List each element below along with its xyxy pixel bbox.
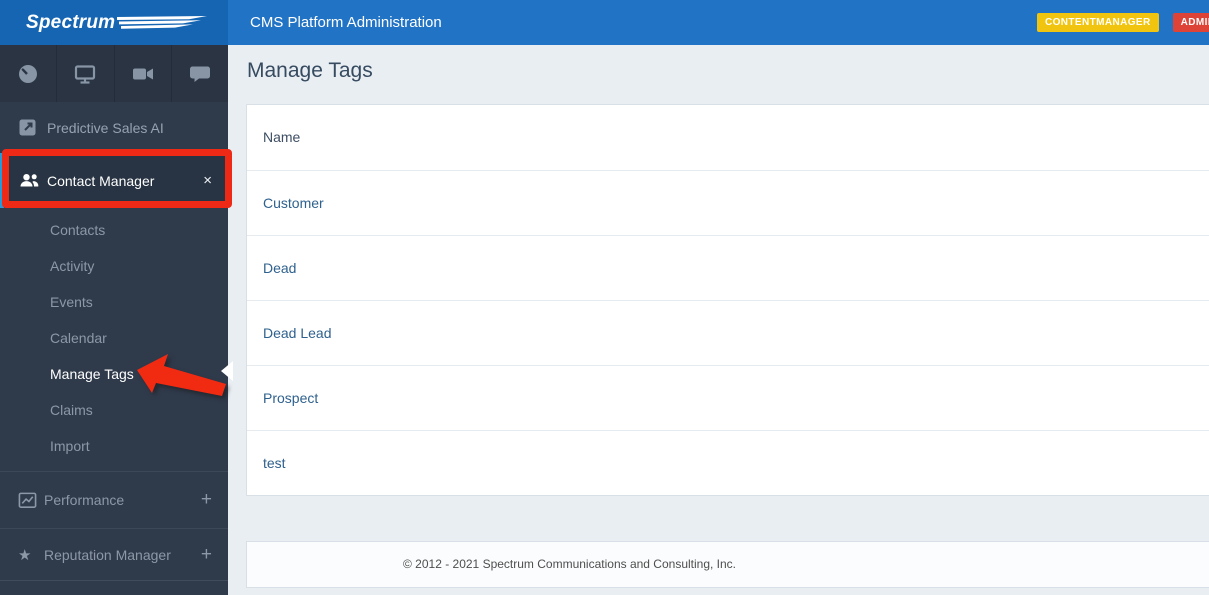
sidebar: Predictive Sales AI Contact Manager × Co… bbox=[0, 45, 228, 595]
sidebar-item-label: Predictive Sales AI bbox=[47, 119, 164, 136]
tab-video[interactable] bbox=[113, 45, 171, 102]
table-row: Prospect bbox=[247, 365, 1209, 430]
line-chart-icon bbox=[18, 491, 44, 510]
sidebar-item-performance[interactable]: Performance + bbox=[0, 471, 228, 528]
video-camera-icon bbox=[132, 68, 153, 79]
column-header-name: Name bbox=[263, 129, 301, 145]
users-icon bbox=[19, 172, 43, 189]
active-item-caret bbox=[221, 361, 233, 381]
sidebar-item-reputation-manager[interactable]: ★ Reputation Manager + bbox=[0, 528, 228, 580]
page-footer: © 2012 - 2021 Spectrum Communications an… bbox=[246, 541, 1209, 588]
table-row: Dead bbox=[247, 235, 1209, 300]
sidebar-divider bbox=[0, 580, 228, 581]
copyright-text: © 2012 - 2021 Spectrum Communications an… bbox=[403, 557, 737, 571]
role-badge-contentmanager: CONTENTMANAGER bbox=[1037, 13, 1159, 32]
sidebar-item-label: Performance bbox=[44, 492, 125, 508]
submenu-item-import[interactable]: Import bbox=[0, 428, 228, 464]
sidebar-item-label: Reputation Manager bbox=[44, 546, 171, 563]
submenu-item-activity[interactable]: Activity bbox=[0, 248, 228, 284]
expand-plus-icon[interactable]: + bbox=[201, 489, 212, 511]
tab-chat[interactable] bbox=[170, 45, 228, 102]
tag-link[interactable]: Dead Lead bbox=[263, 325, 332, 341]
sidebar-item-predictive-sales-ai[interactable]: Predictive Sales AI bbox=[0, 102, 228, 153]
logo-text: Spectrum bbox=[26, 11, 116, 33]
tag-link[interactable]: Dead bbox=[263, 260, 296, 276]
desktop-icon bbox=[75, 64, 96, 84]
tag-link[interactable]: test bbox=[263, 455, 286, 471]
gauge-icon bbox=[19, 64, 38, 83]
submenu-item-calendar[interactable]: Calendar bbox=[0, 320, 228, 356]
table-row: Dead Lead bbox=[247, 300, 1209, 365]
logo[interactable]: Spectrum bbox=[0, 0, 228, 45]
app-root: Spectrum CMS Platform Administration CON… bbox=[0, 0, 1209, 595]
star-icon: ★ bbox=[18, 546, 32, 564]
close-icon[interactable]: × bbox=[203, 172, 212, 189]
external-link-square-icon bbox=[19, 119, 43, 136]
sidebar-item-contact-manager[interactable]: Contact Manager × bbox=[0, 153, 228, 208]
role-badge-admin: ADMIN bbox=[1172, 13, 1209, 32]
top-navbar: CMS Platform Administration CONTENTMANAG… bbox=[228, 0, 1209, 45]
tag-link[interactable]: Prospect bbox=[263, 390, 318, 406]
logo-swoosh-icon bbox=[117, 16, 208, 29]
chat-bubble-icon bbox=[189, 66, 210, 82]
table-row: test bbox=[247, 430, 1209, 495]
tag-link[interactable]: Customer bbox=[263, 195, 324, 211]
submenu-item-events[interactable]: Events bbox=[0, 284, 228, 320]
sidebar-icon-tabs bbox=[0, 45, 228, 102]
sidebar-item-label: Contact Manager bbox=[47, 172, 155, 189]
submenu-item-manage-tags[interactable]: Manage Tags bbox=[0, 356, 228, 392]
submenu-item-contacts[interactable]: Contacts bbox=[0, 212, 228, 248]
navbar-right: CONTENTMANAGER ADMIN he bbox=[1037, 0, 1209, 45]
table-row: Customer bbox=[247, 170, 1209, 235]
page-title: Manage Tags bbox=[247, 59, 373, 82]
submenu-item-claims[interactable]: Claims bbox=[0, 392, 228, 428]
app-title: CMS Platform Administration bbox=[250, 14, 442, 31]
tab-dashboard[interactable] bbox=[0, 45, 56, 102]
contact-manager-submenu: Contacts Activity Events Calendar Manage… bbox=[0, 212, 228, 464]
tags-table: Name Customer Dead Dead Lead Prospect te… bbox=[246, 104, 1209, 496]
tab-desktop[interactable] bbox=[56, 45, 113, 102]
expand-plus-icon[interactable]: + bbox=[201, 544, 212, 566]
